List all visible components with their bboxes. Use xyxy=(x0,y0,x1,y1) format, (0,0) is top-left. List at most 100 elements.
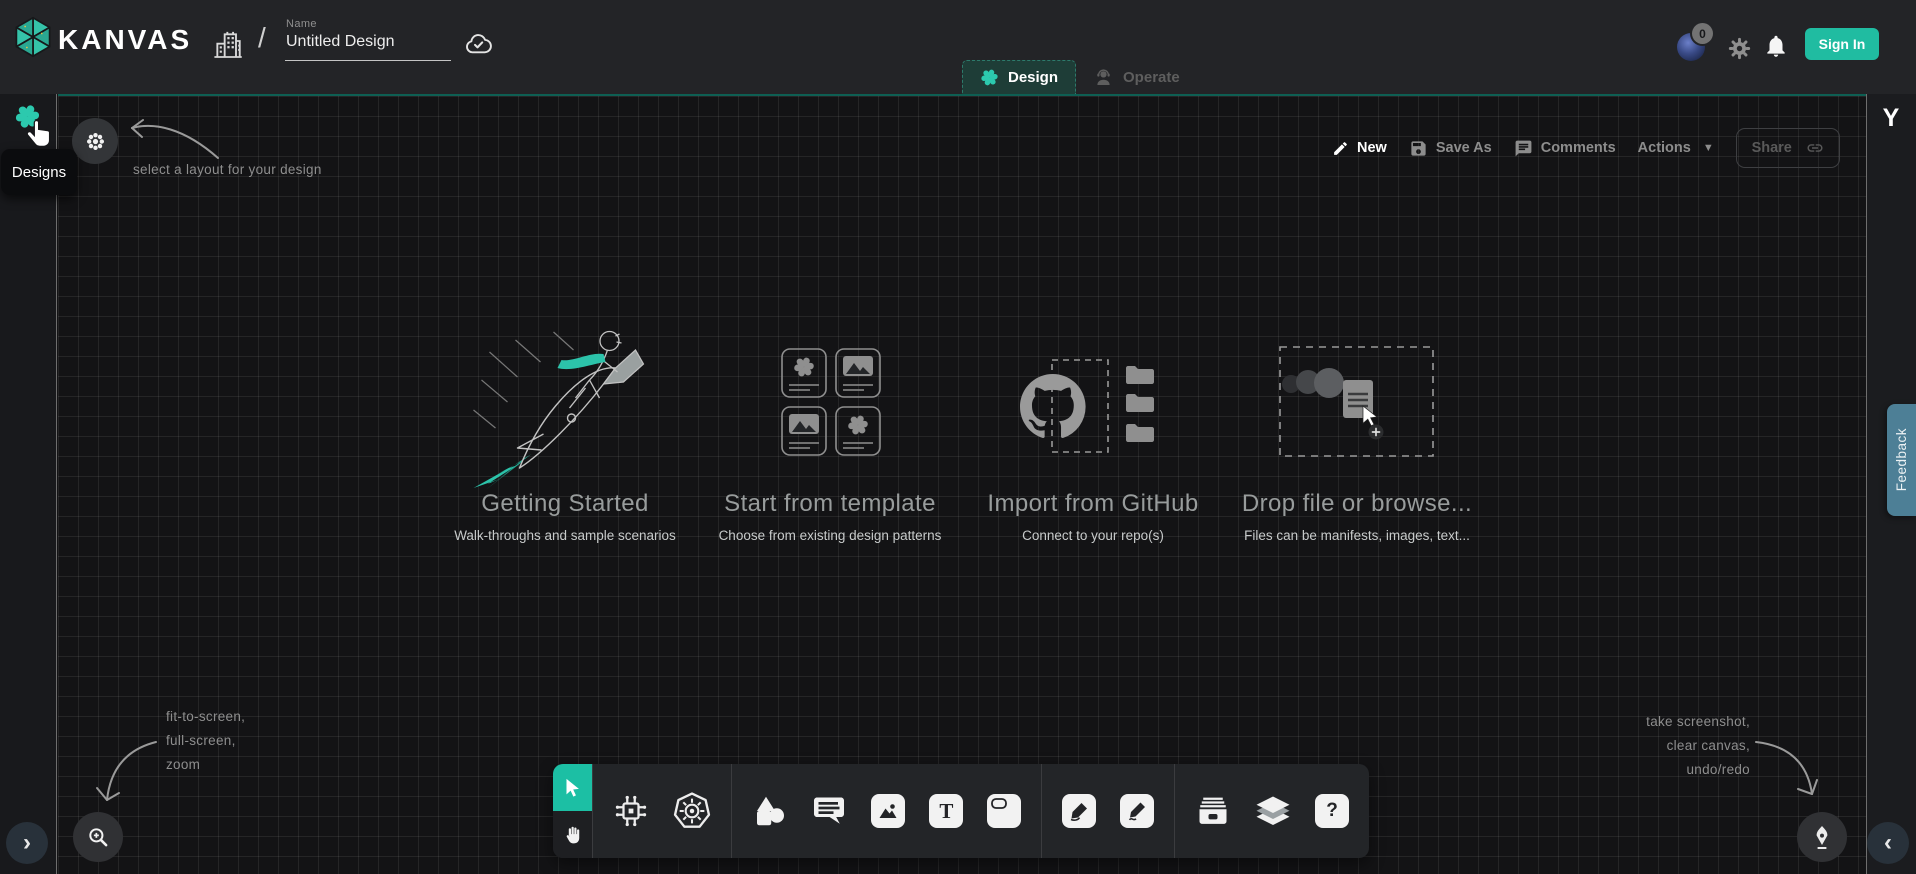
freehand-pencil-icon xyxy=(1126,800,1148,822)
hand-pan-icon xyxy=(561,824,583,846)
feedback-label: Feedback xyxy=(1894,428,1909,491)
collapse-right-panel-button[interactable]: ‹ xyxy=(1867,822,1909,864)
text-tool-glyph: T xyxy=(939,799,953,824)
pointer-tool-group xyxy=(553,764,592,858)
design-name-label: Name xyxy=(286,18,317,30)
left-rail xyxy=(0,94,57,874)
chevron-left-icon: ‹ xyxy=(1884,829,1892,857)
zoom-button[interactable] xyxy=(73,812,123,862)
layout-selector-button[interactable] xyxy=(72,118,118,164)
tab-operate-label: Operate xyxy=(1123,69,1180,86)
design-swirl-icon xyxy=(980,68,999,87)
utility-tools-group: ? xyxy=(1175,764,1369,858)
text-tool-button[interactable]: T xyxy=(929,794,963,828)
drawer-icon xyxy=(1195,793,1231,829)
brand-wordmark: KANVAS xyxy=(58,24,192,56)
rocket-doodle xyxy=(458,322,673,490)
comment-icon xyxy=(1514,139,1533,158)
card-getting-started[interactable]: Getting Started Walk-throughs and sample… xyxy=(435,322,695,562)
drop-file-graphic xyxy=(1279,346,1435,462)
actions-label: Actions xyxy=(1638,140,1691,156)
image-tool-button[interactable] xyxy=(871,794,905,828)
help-tool-button[interactable]: ? xyxy=(1315,794,1349,828)
notifications-bell-icon[interactable] xyxy=(1763,33,1789,59)
new-label: New xyxy=(1357,140,1387,156)
feedback-tab[interactable]: Feedback xyxy=(1887,404,1916,516)
kanvas-logo-icon xyxy=(12,16,54,58)
zoom-hint-arrow xyxy=(86,736,164,814)
cloud-saved-icon[interactable] xyxy=(464,30,494,57)
design-canvas[interactable] xyxy=(58,94,1866,874)
card-subtitle: Walk-throughs and sample scenarios xyxy=(435,528,695,543)
repo-folders-icon xyxy=(1126,366,1154,442)
kubernetes-tool-button[interactable] xyxy=(673,792,711,830)
mode-tabs: Design Operate xyxy=(962,60,1197,94)
card-title: Import from GitHub xyxy=(963,490,1223,518)
link-icon xyxy=(1806,139,1824,157)
card-drop-file[interactable]: Drop file or browse... Files can be mani… xyxy=(1227,322,1487,562)
screenshot-hint-text: take screenshot, clear canvas, undo/redo xyxy=(1600,710,1750,782)
tab-operate[interactable]: Operate xyxy=(1076,60,1197,94)
card-start-from-template[interactable]: Start from template Choose from existing… xyxy=(700,322,960,562)
chevron-right-icon: › xyxy=(23,829,31,857)
tab-design[interactable]: Design xyxy=(962,60,1076,94)
design-name-input[interactable] xyxy=(285,33,451,61)
image-icon xyxy=(877,800,899,822)
layer5-logo: Y xyxy=(1866,104,1916,133)
card-title: Drop file or browse... xyxy=(1227,490,1487,518)
floppy-save-icon xyxy=(1409,139,1428,158)
flower-layout-icon xyxy=(84,130,107,153)
comment-tool-button[interactable] xyxy=(811,793,847,829)
card-title: Getting Started xyxy=(435,490,695,518)
breadcrumb-separator: / xyxy=(258,22,266,54)
sign-in-button[interactable]: Sign In xyxy=(1805,28,1879,60)
hand-pointer-cursor xyxy=(24,118,52,149)
layout-hint-text: select a layout for your design xyxy=(133,162,322,177)
note-tool-button[interactable] xyxy=(987,794,1021,828)
notification-count-badge: 0 xyxy=(1692,23,1713,44)
annotation-tools-group: T xyxy=(731,764,1041,858)
comments-button[interactable]: Comments xyxy=(1514,139,1616,158)
speech-bubble-icon xyxy=(811,793,847,829)
template-grid-graphic xyxy=(774,347,886,459)
cursor-arrow-icon xyxy=(561,777,583,799)
layers-icon xyxy=(1255,796,1291,827)
layers-tool-button[interactable] xyxy=(1255,796,1291,827)
card-subtitle: Choose from existing design patterns xyxy=(700,528,960,543)
chevron-down-icon: ▼ xyxy=(1703,142,1714,154)
pen-tool-button[interactable] xyxy=(1062,794,1096,828)
comments-label: Comments xyxy=(1541,140,1616,156)
card-import-from-github[interactable]: Import from GitHub Connect to your repo(… xyxy=(963,322,1223,562)
shapes-icon xyxy=(751,793,787,829)
expand-left-panel-button[interactable]: › xyxy=(6,822,48,864)
shapes-tool-button[interactable] xyxy=(751,793,787,829)
kubernetes-wheel-icon xyxy=(673,792,711,830)
share-button[interactable]: Share xyxy=(1736,128,1840,168)
drawer-tool-button[interactable] xyxy=(1195,793,1231,829)
zoom-in-icon xyxy=(85,824,111,850)
github-import-graphic xyxy=(1018,358,1168,458)
select-tool-button[interactable] xyxy=(553,764,592,811)
card-subtitle: Files can be manifests, images, text... xyxy=(1227,528,1487,543)
organization-icon[interactable] xyxy=(212,26,244,64)
pen-path-icon xyxy=(1068,800,1090,822)
card-title: Start from template xyxy=(700,490,960,518)
bottom-toolbar: T xyxy=(553,764,1369,858)
help-glyph: ? xyxy=(1326,800,1338,822)
new-button[interactable]: New xyxy=(1332,140,1387,157)
pencil-tool-button[interactable] xyxy=(1120,794,1154,828)
layout-hint-arrow xyxy=(126,112,224,167)
operator-headset-icon xyxy=(1093,67,1114,88)
save-as-button[interactable]: Save As xyxy=(1409,139,1492,158)
save-as-label: Save As xyxy=(1436,140,1492,156)
component-tool-button[interactable] xyxy=(613,793,649,829)
tab-design-label: Design xyxy=(1008,69,1058,86)
zoom-hint-text: fit-to-screen, full-screen, zoom xyxy=(166,705,245,777)
circuit-chip-icon xyxy=(613,793,649,829)
pan-tool-button[interactable] xyxy=(553,811,592,858)
pen-actions-button[interactable] xyxy=(1797,812,1847,862)
designs-tooltip: Designs xyxy=(1,149,77,195)
settings-gear-icon[interactable] xyxy=(1727,36,1752,61)
share-label: Share xyxy=(1752,140,1792,156)
actions-dropdown[interactable]: Actions ▼ xyxy=(1638,140,1714,156)
